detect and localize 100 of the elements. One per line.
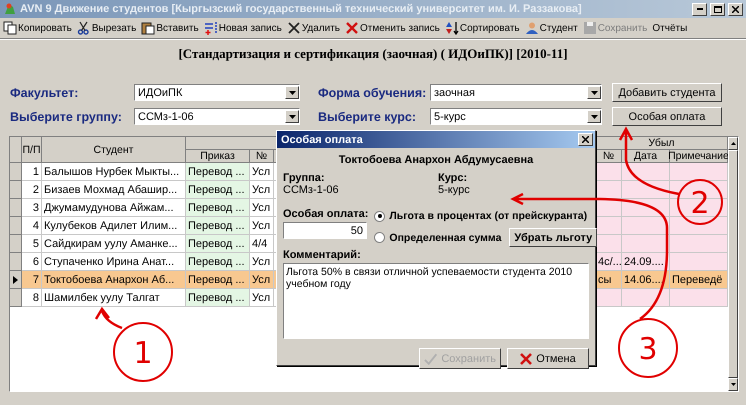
table-cell: Усл xyxy=(250,271,274,289)
cancel-icon xyxy=(345,21,360,35)
table-cell: Перевод ... xyxy=(186,235,250,253)
dropdown[interactable]: заочная xyxy=(430,84,602,101)
table-cell: Усл xyxy=(250,163,274,181)
close-icon xyxy=(582,136,589,143)
field-label: Выберите курс: xyxy=(318,110,418,124)
field-label: Группа: xyxy=(283,172,326,184)
minimize-icon xyxy=(696,8,702,10)
column-header[interactable]: Приказ xyxy=(186,150,250,163)
dialog-title: Особая оплата xyxy=(281,134,364,146)
minimize-button[interactable] xyxy=(692,2,707,16)
dropdown-arrow-icon xyxy=(288,114,296,118)
radio-option[interactable]: Льгота в процентах (от прейскуранта) xyxy=(374,210,598,222)
field-label: Особая оплата: xyxy=(283,208,368,220)
table-cell xyxy=(622,235,670,253)
new-row-icon xyxy=(204,21,218,35)
field-label: Курс: xyxy=(438,172,468,184)
column-header[interactable]: Дата xyxy=(622,150,670,163)
table-cell xyxy=(622,163,670,181)
table-cell: 24.09.... xyxy=(622,253,670,271)
table-cell: Усл xyxy=(250,217,274,235)
table-cell: Перевод ... xyxy=(186,199,250,217)
table-cell: Перевод ... xyxy=(186,163,250,181)
copy-icon xyxy=(3,21,17,35)
column-header[interactable]: П/П xyxy=(22,137,42,163)
table-cell: 4 xyxy=(22,217,42,235)
field-value: ССМз-1-06 xyxy=(283,184,340,196)
column-header[interactable]: Студент xyxy=(42,137,186,163)
annotation-marker: 2 xyxy=(677,179,723,225)
field-label: Факультет: xyxy=(10,86,80,100)
toolbar-button[interactable]: Отчёты xyxy=(651,22,688,34)
table-cell: Усл xyxy=(250,199,274,217)
dropdown-arrow-icon xyxy=(590,114,598,118)
toolbar-button[interactable]: Удалить xyxy=(286,21,342,35)
field-value: 5-курс xyxy=(438,184,471,196)
scrollbar[interactable] xyxy=(728,137,738,391)
dropdown[interactable]: ИДОиПК xyxy=(134,84,300,101)
table-cell: Перевод ... xyxy=(186,289,250,307)
cancel-icon xyxy=(520,352,532,364)
toolbar-button[interactable]: Сортировать xyxy=(444,21,521,35)
table-cell xyxy=(622,181,670,199)
table-cell: Перевод ... xyxy=(186,181,250,199)
sort-icon xyxy=(444,21,459,35)
check-icon xyxy=(424,352,438,364)
table-cell xyxy=(670,235,728,253)
table-cell xyxy=(622,217,670,235)
dropdown-arrow-icon xyxy=(288,90,296,94)
floppy-icon xyxy=(582,21,597,35)
student-name: Токтобоева Анархон Абдумусаевна xyxy=(338,153,534,168)
table-cell: Усл xyxy=(250,289,274,307)
annotation-arrow xyxy=(94,308,124,330)
table-cell: Усл xyxy=(250,181,274,199)
maximize-button[interactable] xyxy=(710,2,725,16)
field-label: Форма обучения: xyxy=(318,86,428,100)
scroll-down-icon xyxy=(730,383,736,386)
dialog-button[interactable]: Отмена xyxy=(507,348,589,369)
toolbar-button[interactable]: Студент xyxy=(524,21,579,35)
close-icon xyxy=(732,6,739,12)
dropdown-arrow-icon xyxy=(590,90,598,94)
dropdown[interactable]: ССМз-1-06 xyxy=(134,108,300,125)
annotation-marker: 3 xyxy=(618,318,678,378)
table-cell: 5 xyxy=(22,235,42,253)
close-button[interactable] xyxy=(578,133,593,146)
add-student-button[interactable]: Добавить студента xyxy=(612,83,722,102)
table-cell xyxy=(670,289,728,307)
table-cell: 1 xyxy=(22,163,42,181)
app-icon xyxy=(3,2,17,16)
scissors-icon xyxy=(76,21,91,35)
column-header[interactable]: № xyxy=(250,150,274,163)
remove-discount-button[interactable]: Убрать льготу xyxy=(509,228,598,247)
field-label: Комментарий: xyxy=(283,249,361,261)
toolbar-button[interactable]: Вырезать xyxy=(76,21,138,35)
table-cell: 7 xyxy=(22,271,42,289)
table-cell: Перевод ... xyxy=(186,271,250,289)
field-label: Выберите группу: xyxy=(10,110,123,124)
payment-field[interactable]: 50 xyxy=(283,222,367,239)
special-payment-button[interactable]: Особая оплата xyxy=(612,107,722,126)
maximize-icon xyxy=(714,6,722,12)
close-button[interactable] xyxy=(728,2,743,16)
comment-field[interactable]: Льгота 50% в связи отличной успеваемости студента 2010 учебном году xyxy=(283,263,589,339)
toolbar-button[interactable]: Копировать xyxy=(2,21,73,35)
table-cell: 3 xyxy=(22,199,42,217)
table-cell: 8 xyxy=(22,289,42,307)
toolbar-button[interactable]: Вставить xyxy=(140,21,200,35)
column-group-header: Убыл xyxy=(596,137,728,150)
person-icon xyxy=(524,21,539,35)
dropdown[interactable]: 5-курс xyxy=(430,108,602,125)
delete-icon xyxy=(286,21,301,35)
toolbar-button[interactable]: Новая запись xyxy=(202,21,283,35)
table-cell xyxy=(670,217,728,235)
table-cell xyxy=(670,253,728,271)
row-header[interactable] xyxy=(10,271,22,289)
page-heading: [Стандартизация и сертификация (заочная) ( ИДОиПК)] [2010-11] xyxy=(178,46,568,61)
column-header[interactable]: № xyxy=(596,150,622,163)
table-cell: 2 xyxy=(22,181,42,199)
radio-option[interactable]: Определенная сумма xyxy=(374,232,502,244)
column-header[interactable]: Примечание xyxy=(670,150,728,163)
toolbar-button[interactable]: Отменить запись xyxy=(344,21,441,35)
table-cell: сы xyxy=(596,271,622,289)
